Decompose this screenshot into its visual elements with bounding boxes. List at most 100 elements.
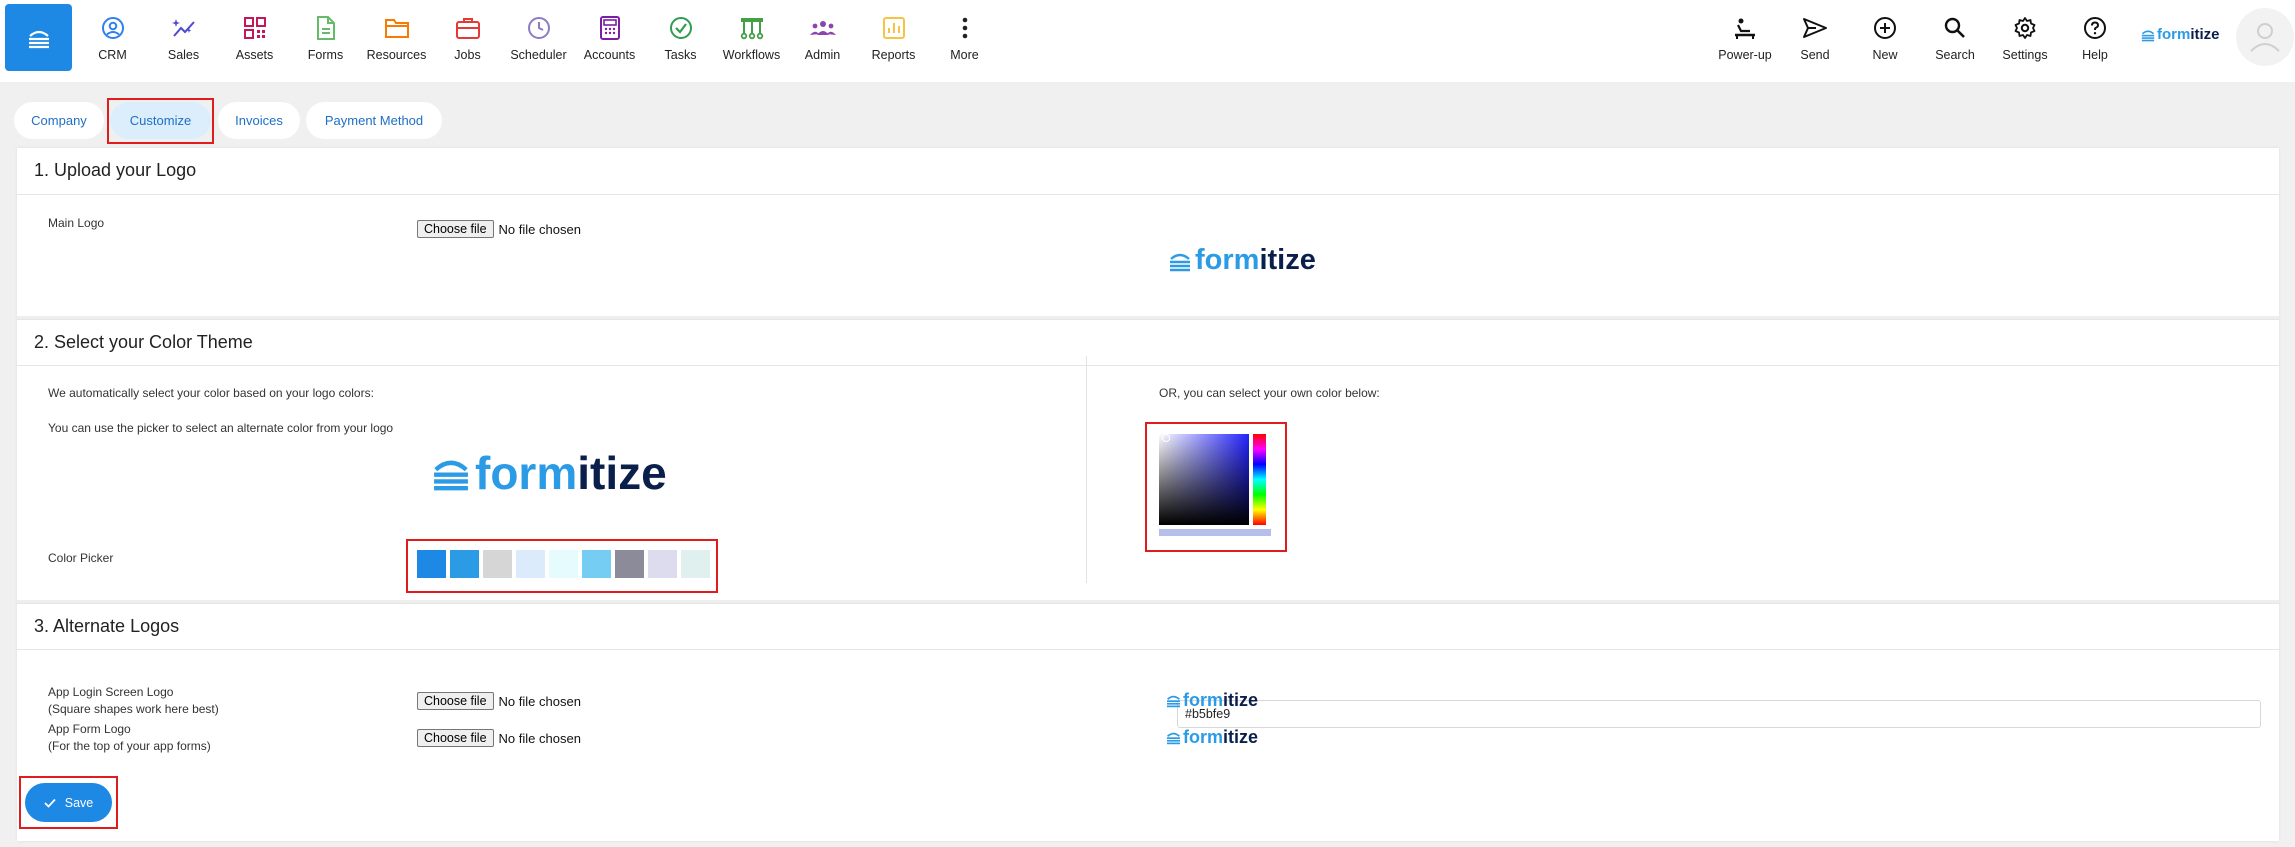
top-navigation-bar: CRM Sales Assets Forms Resources Jobs Sc…: [0, 0, 2295, 82]
color-swatch[interactable]: [516, 550, 545, 578]
choose-file-button[interactable]: Choose file: [417, 729, 494, 747]
clock-icon: [525, 14, 553, 42]
nav-assets[interactable]: Assets: [219, 0, 290, 82]
color-swatch[interactable]: [450, 550, 479, 578]
nav-label: Help: [2082, 48, 2108, 62]
nav-new[interactable]: New: [1850, 0, 1920, 82]
nav-admin[interactable]: Admin: [787, 0, 858, 82]
logo-suffix: itize: [1223, 690, 1259, 710]
send-icon: [1801, 14, 1829, 42]
nav-settings[interactable]: Settings: [1990, 0, 2060, 82]
file-status: No file chosen: [498, 221, 581, 237]
avatar[interactable]: [2236, 8, 2294, 66]
document-icon: [312, 14, 340, 42]
form-logo-hint: (For the top of your app forms): [48, 739, 211, 753]
nav-scheduler[interactable]: Scheduler: [503, 0, 574, 82]
saturation-area[interactable]: [1159, 434, 1249, 525]
file-status: No file chosen: [498, 730, 581, 746]
nav-accounts[interactable]: Accounts: [574, 0, 645, 82]
nav-help[interactable]: Help: [2060, 0, 2130, 82]
own-color-text: OR, you can select your own color below:: [1159, 386, 1380, 400]
form-logo-file-input[interactable]: Choose file No file chosen: [417, 729, 581, 747]
nav-power-up[interactable]: Power-up: [1710, 0, 1780, 82]
logo-suffix: itize: [1259, 244, 1316, 276]
nav-jobs[interactable]: Jobs: [432, 0, 503, 82]
nav-workflows[interactable]: Workflows: [716, 0, 787, 82]
nav-tasks[interactable]: Tasks: [645, 0, 716, 82]
saturation-handle[interactable]: [1162, 434, 1170, 442]
gear-icon: [2011, 14, 2039, 42]
column-divider: [1086, 356, 1087, 583]
tab-payment-method[interactable]: Payment Method: [306, 102, 442, 139]
nav-reports[interactable]: Reports: [858, 0, 929, 82]
utility-nav: Power-up Send New Search Settings Help: [1710, 0, 2130, 82]
color-swatch[interactable]: [648, 550, 677, 578]
color-swatch[interactable]: [615, 550, 644, 578]
nav-label: Reports: [871, 48, 916, 62]
login-logo-label: App Login Screen Logo: [48, 685, 174, 699]
nav-label: Search: [1935, 48, 1975, 62]
color-picker-label: Color Picker: [48, 551, 114, 565]
login-logo-file-input[interactable]: Choose file No file chosen: [417, 692, 581, 710]
nav-resources[interactable]: Resources: [361, 0, 432, 82]
section-upload-logo-header: 1. Upload your Logo: [17, 148, 2279, 195]
choose-file-button[interactable]: Choose file: [417, 692, 494, 710]
color-preview-bar: [1159, 529, 1271, 536]
color-picker[interactable]: [1159, 434, 1277, 536]
nav-label: Workflows: [722, 48, 781, 62]
nav-label: More: [950, 48, 979, 62]
nav-label: Accounts: [583, 48, 636, 62]
nav-label: Scheduler: [510, 48, 567, 62]
nav-label: Admin: [804, 48, 841, 62]
section-color-theme-header: 2. Select your Color Theme: [17, 319, 2279, 366]
formitize-logo-icon: [1166, 732, 1181, 745]
logo-prefix: form: [1195, 244, 1260, 276]
logo-suffix: itize: [577, 447, 667, 499]
section-title: 1. Upload your Logo: [34, 160, 197, 180]
nav-crm[interactable]: CRM: [77, 0, 148, 82]
tab-invoices[interactable]: Invoices: [218, 102, 300, 139]
color-swatch[interactable]: [582, 550, 611, 578]
nav-send[interactable]: Send: [1780, 0, 1850, 82]
briefcase-icon: [454, 14, 482, 42]
user-avatar-icon: [2250, 23, 2280, 52]
brand-suffix: itize: [2190, 26, 2220, 43]
home-button[interactable]: [5, 4, 72, 71]
tab-customize[interactable]: Customize: [110, 102, 211, 139]
main-logo-preview: form itize: [1167, 244, 1316, 277]
brand-logo[interactable]: form itize: [2140, 26, 2220, 43]
nav-forms[interactable]: Forms: [290, 0, 361, 82]
color-theme-logo: form itize: [429, 446, 667, 500]
calculator-icon: [596, 14, 624, 42]
formitize-logo-icon: [1166, 695, 1181, 708]
color-swatch[interactable]: [681, 550, 710, 578]
nav-label: Sales: [167, 48, 200, 62]
color-swatch[interactable]: [549, 550, 578, 578]
module-nav: CRM Sales Assets Forms Resources Jobs Sc…: [77, 0, 1000, 82]
save-button[interactable]: Save: [25, 783, 112, 822]
section-alternate-logos-header: 3. Alternate Logos: [17, 603, 2279, 650]
more-vertical-icon: [951, 14, 979, 42]
formitize-logo-icon: [1170, 253, 1190, 271]
nav-label: Assets: [235, 48, 274, 62]
hue-slider[interactable]: [1253, 434, 1266, 525]
color-swatch[interactable]: [483, 550, 512, 578]
group-icon: [809, 14, 837, 42]
nav-label: CRM: [98, 48, 127, 62]
hex-color-input[interactable]: [1177, 700, 2261, 728]
folder-icon: [383, 14, 411, 42]
search-icon: [1941, 14, 1969, 42]
tab-company[interactable]: Company: [14, 102, 104, 139]
form-logo-preview: form itize: [1165, 727, 1258, 748]
main-logo-file-input[interactable]: Choose file No file chosen: [417, 220, 581, 238]
bar-chart-icon: [880, 14, 908, 42]
color-swatch[interactable]: [417, 550, 446, 578]
user-circle-icon: [99, 14, 127, 42]
nav-more[interactable]: More: [929, 0, 1000, 82]
form-logo-label: App Form Logo: [48, 722, 131, 736]
nav-search[interactable]: Search: [1920, 0, 1990, 82]
nav-label: Forms: [307, 48, 344, 62]
auto-color-text: We automatically select your color based…: [48, 386, 374, 400]
choose-file-button[interactable]: Choose file: [417, 220, 494, 238]
nav-sales[interactable]: Sales: [148, 0, 219, 82]
